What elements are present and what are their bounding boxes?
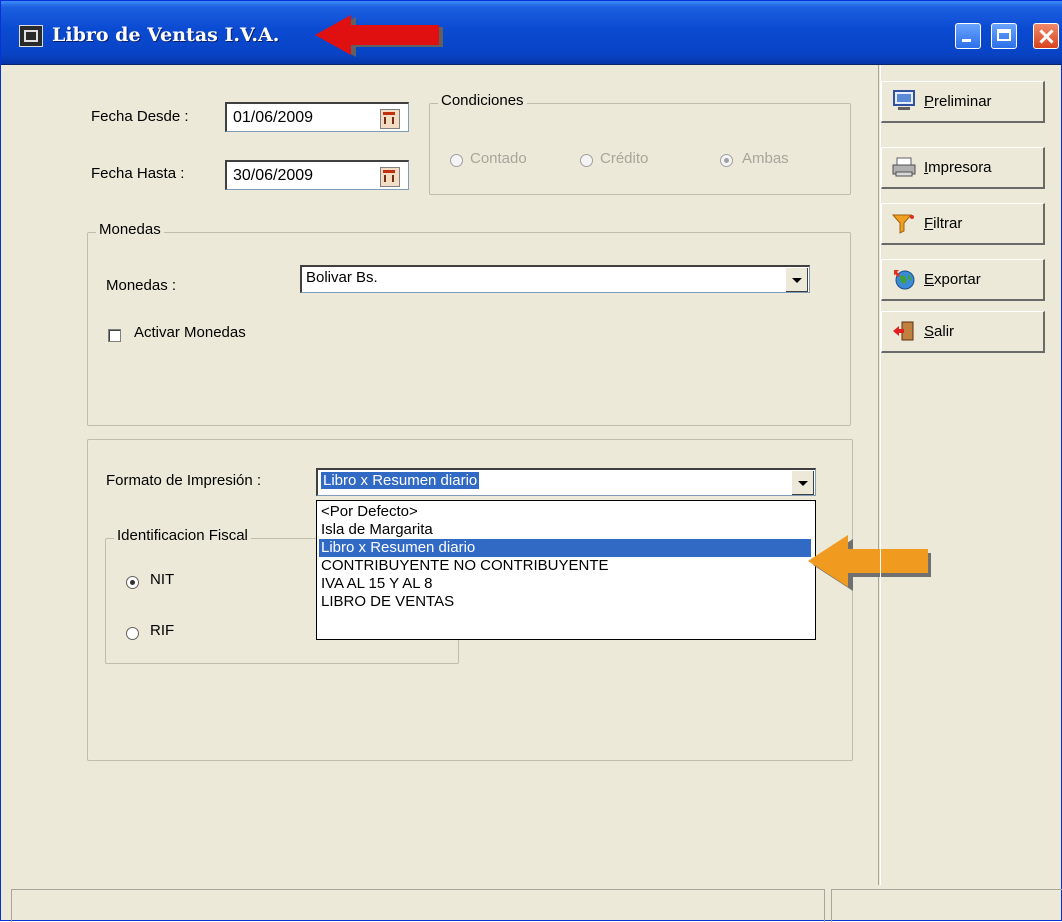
monedas-select[interactable]: Bolivar Bs. bbox=[300, 265, 810, 293]
monedas-label: Monedas : bbox=[106, 277, 177, 294]
ambas-label: Ambas bbox=[742, 150, 789, 167]
formato-dropdown-list[interactable]: <Por Defecto> Isla de Margarita Libro x … bbox=[316, 500, 816, 640]
radio-ambas[interactable] bbox=[720, 154, 733, 167]
dropdown-option[interactable]: Isla de Margarita bbox=[319, 521, 811, 539]
status-bar-right bbox=[831, 889, 1062, 922]
fecha-hasta-field[interactable]: 30/06/2009 bbox=[225, 160, 409, 190]
formato-label: Formato de Impresión : bbox=[106, 472, 262, 489]
salir-button[interactable]: Salir bbox=[881, 311, 1045, 353]
window-title: Libro de Ventas I.V.A. bbox=[52, 24, 280, 46]
funnel-icon bbox=[892, 214, 914, 234]
calendar-icon[interactable] bbox=[380, 167, 400, 187]
radio-nit[interactable] bbox=[126, 576, 139, 589]
exportar-label: Exportar bbox=[924, 271, 981, 288]
app-icon[interactable] bbox=[19, 25, 43, 47]
salir-label: Salir bbox=[924, 323, 955, 340]
radio-credito[interactable] bbox=[580, 154, 593, 167]
dropdown-option[interactable]: CONTRIBUYENTE NO CONTRIBUYENTE bbox=[319, 557, 811, 575]
radio-rif[interactable] bbox=[126, 627, 139, 640]
dropdown-option[interactable]: IVA AL 15 Y AL 8 bbox=[319, 575, 811, 593]
identificacion-title: Identificacion Fiscal bbox=[114, 527, 251, 544]
chevron-down-icon[interactable] bbox=[785, 268, 808, 292]
annotation-arrow-red bbox=[315, 15, 443, 57]
chevron-down-icon[interactable] bbox=[791, 471, 814, 495]
activar-monedas-checkbox[interactable] bbox=[108, 329, 121, 342]
nit-label: NIT bbox=[150, 571, 175, 588]
exit-door-icon bbox=[893, 321, 914, 341]
exportar-button[interactable]: Exportar bbox=[881, 259, 1045, 301]
filtrar-label: Filtrar bbox=[924, 215, 963, 232]
monedas-group: Monedas Monedas : Bolivar Bs. Activar Mo… bbox=[87, 221, 851, 426]
fecha-desde-field[interactable]: 01/06/2009 bbox=[225, 102, 409, 132]
globe-icon bbox=[894, 270, 915, 290]
printer-icon bbox=[892, 157, 916, 177]
impresora-button[interactable]: Impresora bbox=[881, 147, 1045, 189]
app-window: Libro de Ventas I.V.A. Fecha Desde : 01/… bbox=[0, 0, 1062, 922]
filtrar-button[interactable]: Filtrar bbox=[881, 203, 1045, 245]
fecha-desde-label: Fecha Desde : bbox=[91, 108, 189, 125]
impresora-label: Impresora bbox=[924, 159, 992, 176]
radio-contado[interactable] bbox=[450, 154, 463, 167]
rif-label: RIF bbox=[150, 622, 175, 639]
side-panel: Preliminar Impresora Filtrar Exportar Sa… bbox=[880, 65, 1061, 885]
dropdown-option[interactable]: <Por Defecto> bbox=[319, 503, 811, 521]
dropdown-option-selected[interactable]: Libro x Resumen diario bbox=[319, 539, 811, 557]
content-area: Fecha Desde : 01/06/2009 Fecha Hasta : 3… bbox=[11, 65, 879, 885]
status-bar-left bbox=[11, 889, 825, 922]
fecha-hasta-label: Fecha Hasta : bbox=[91, 165, 185, 182]
contado-label: Contado bbox=[470, 150, 527, 167]
credito-label: Crédito bbox=[600, 150, 649, 167]
fecha-desde-value: 01/06/2009 bbox=[233, 109, 314, 126]
dropdown-option[interactable]: LIBRO DE VENTAS bbox=[319, 593, 811, 611]
close-button[interactable] bbox=[1033, 23, 1059, 49]
calendar-icon[interactable] bbox=[380, 109, 400, 129]
condiciones-title: Condiciones bbox=[438, 92, 527, 109]
formato-select[interactable]: Libro x Resumen diario bbox=[316, 468, 816, 496]
monitor-icon bbox=[893, 90, 915, 110]
condiciones-group: Condiciones Contado Crédito Ambas bbox=[429, 92, 851, 195]
monedas-selected-value: Bolivar Bs. bbox=[306, 269, 378, 286]
preliminar-button[interactable]: Preliminar bbox=[881, 81, 1045, 123]
formato-selected-value: Libro x Resumen diario bbox=[321, 472, 480, 489]
minimize-button[interactable] bbox=[955, 23, 981, 49]
maximize-button[interactable] bbox=[991, 23, 1017, 49]
preliminar-label: Preliminar bbox=[924, 93, 992, 110]
monedas-group-title: Monedas bbox=[96, 221, 164, 238]
title-bar[interactable]: Libro de Ventas I.V.A. bbox=[1, 1, 1062, 65]
fecha-hasta-value: 30/06/2009 bbox=[233, 167, 314, 184]
activar-monedas-label: Activar Monedas bbox=[134, 324, 246, 341]
formato-group: Formato de Impresión : Libro x Resumen d… bbox=[87, 439, 853, 761]
